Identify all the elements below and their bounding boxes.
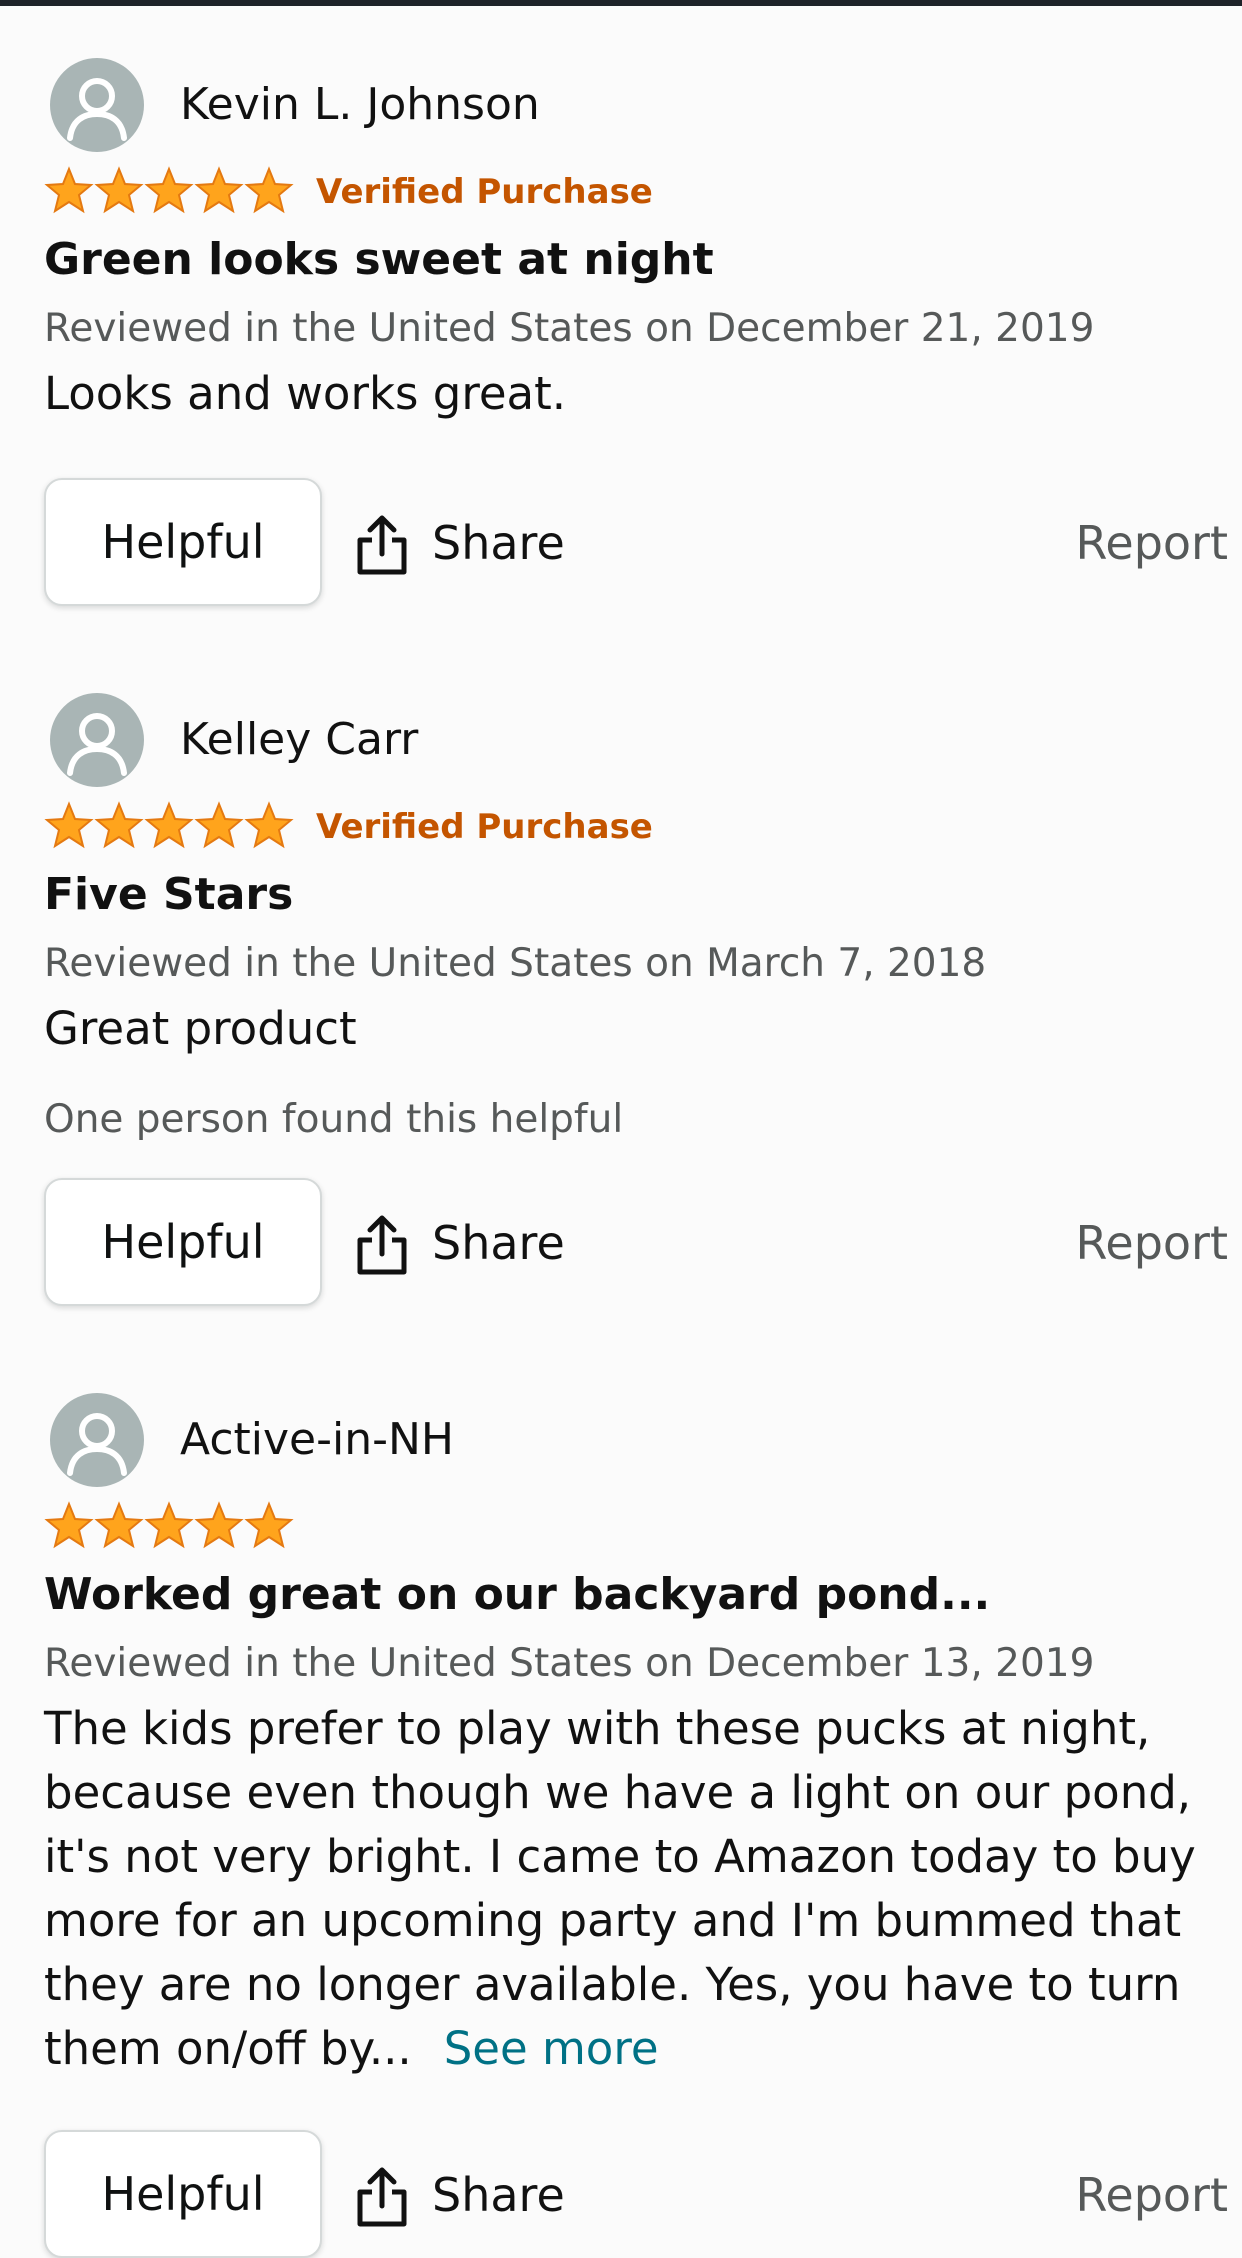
- share-icon: [354, 1214, 410, 1276]
- rating-row: Verified Purchase: [44, 166, 944, 220]
- see-more-link[interactable]: See more: [444, 2022, 659, 2075]
- star-icon: [194, 801, 244, 855]
- star-icon: [244, 801, 294, 855]
- review-card: Active-in-NH Worked great on our backyar…: [0, 1393, 1242, 2258]
- review-body: Looks and works great.: [44, 367, 567, 420]
- review-body: Great product: [44, 1002, 357, 1055]
- reviewer[interactable]: Kevin L. Johnson: [50, 58, 950, 152]
- star-rating: [44, 1501, 298, 1555]
- helpful-button[interactable]: Helpful: [44, 1178, 322, 1306]
- star-icon: [44, 166, 94, 220]
- reviewer[interactable]: Active-in-NH: [50, 1393, 950, 1487]
- rating-row: [44, 1501, 944, 1555]
- star-icon: [44, 801, 94, 855]
- reviews-page: Kevin L. Johnson Verified Purchase Green…: [0, 0, 1242, 2258]
- reviewer-name: Kelley Carr: [180, 714, 419, 765]
- reviewer-name: Kevin L. Johnson: [180, 79, 540, 130]
- review-date: Reviewed in the United States on March 7…: [44, 941, 987, 986]
- person-silhouette-icon: [67, 78, 127, 141]
- star-icon: [244, 1501, 294, 1555]
- report-link[interactable]: Report: [1028, 2164, 1229, 2226]
- review-body-text: The kids prefer to play with these pucks…: [44, 1702, 1196, 2075]
- report-link[interactable]: Report: [1028, 1212, 1229, 1274]
- star-icon: [144, 1501, 194, 1555]
- star-icon: [44, 1501, 94, 1555]
- star-icon: [144, 801, 194, 855]
- review-title: Five Stars: [44, 869, 294, 920]
- star-rating: [44, 166, 298, 220]
- star-rating: [44, 801, 298, 855]
- helpful-count: One person found this helpful: [44, 1097, 624, 1142]
- share-icon: [354, 2166, 410, 2228]
- verified-purchase-badge: Verified Purchase: [316, 807, 653, 847]
- helpful-button[interactable]: Helpful: [44, 2130, 322, 2258]
- reviewer[interactable]: Kelley Carr: [50, 693, 950, 787]
- share-button[interactable]: Share: [354, 1202, 574, 1282]
- review-date: Reviewed in the United States on Decembe…: [44, 306, 1095, 351]
- avatar: [50, 693, 144, 787]
- verified-purchase-badge: Verified Purchase: [316, 172, 653, 212]
- helpful-button[interactable]: Helpful: [44, 478, 322, 606]
- person-silhouette-icon: [67, 1413, 127, 1476]
- star-icon: [94, 166, 144, 220]
- star-icon: [244, 166, 294, 220]
- share-button[interactable]: Share: [354, 502, 574, 582]
- avatar: [50, 58, 144, 152]
- reviewer-name: Active-in-NH: [180, 1414, 454, 1465]
- star-icon: [194, 166, 244, 220]
- review-title: Worked great on our backyard pond...: [44, 1569, 991, 1620]
- star-icon: [94, 1501, 144, 1555]
- star-icon: [144, 166, 194, 220]
- review-title: Green looks sweet at night: [44, 234, 714, 285]
- report-link[interactable]: Report: [1028, 512, 1229, 574]
- star-icon: [94, 801, 144, 855]
- share-label: Share: [432, 1216, 565, 1270]
- share-button[interactable]: Share: [354, 2154, 574, 2234]
- star-icon: [194, 1501, 244, 1555]
- share-label: Share: [432, 2168, 565, 2222]
- rating-row: Verified Purchase: [44, 801, 944, 855]
- person-silhouette-icon: [67, 713, 127, 776]
- review-body: The kids prefer to play with these pucks…: [44, 1697, 1214, 2081]
- share-label: Share: [432, 516, 565, 570]
- avatar: [50, 1393, 144, 1487]
- share-icon: [354, 514, 410, 576]
- review-date: Reviewed in the United States on Decembe…: [44, 1641, 1095, 1686]
- top-bar: [0, 0, 1242, 6]
- review-card: Kevin L. Johnson Verified Purchase Green…: [0, 58, 1242, 618]
- review-card: Kelley Carr Verified Purchase Five Stars…: [0, 693, 1242, 1313]
